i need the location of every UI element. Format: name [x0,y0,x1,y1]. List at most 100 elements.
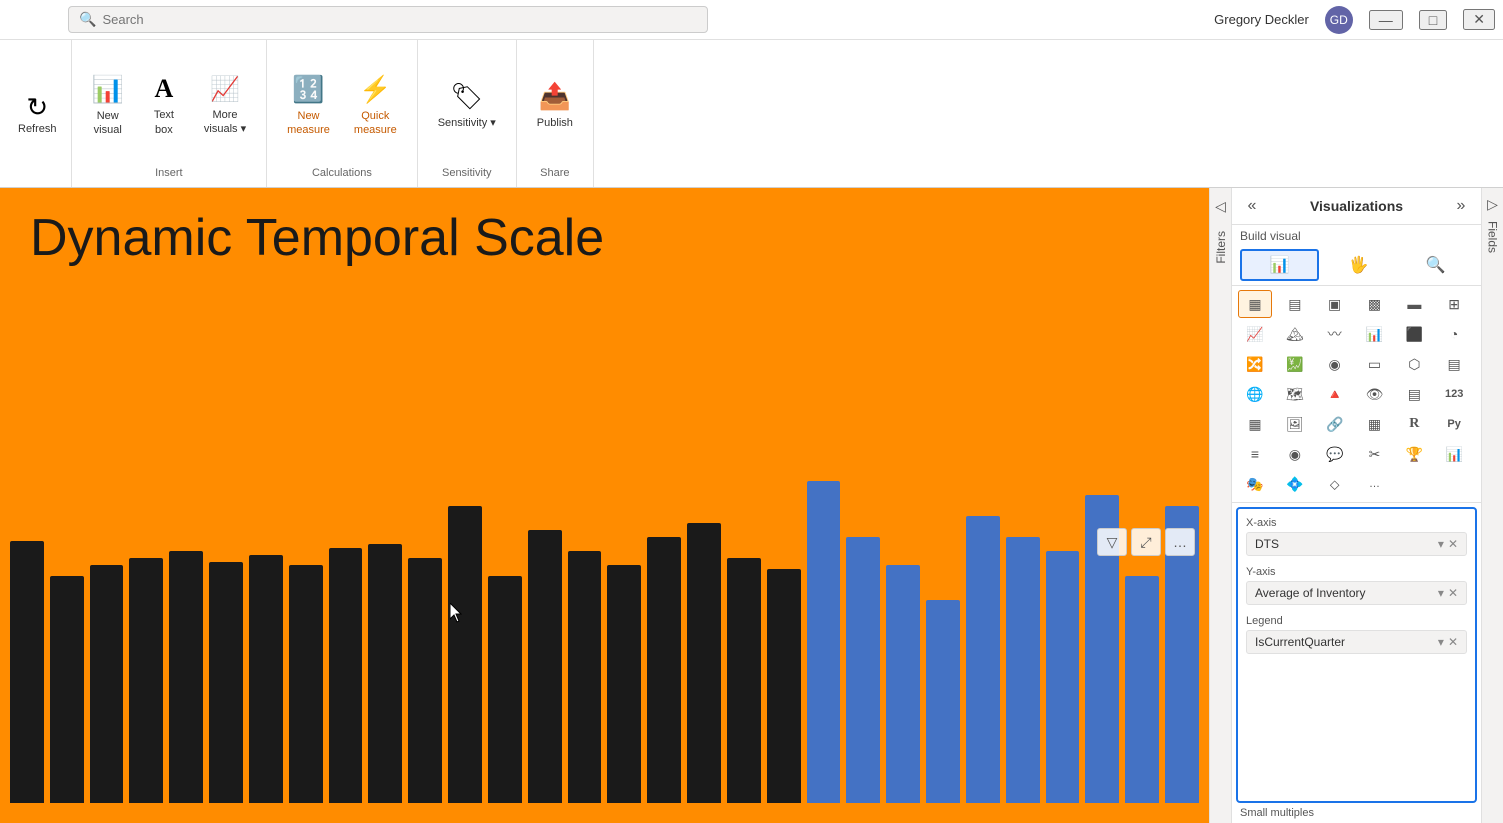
sensitivity-group-label: Sensitivity [442,163,492,179]
y-axis-dropdown-icon[interactable]: ▾ [1438,586,1444,600]
viz-icon-grid: ▦ ▤ ▣ ▩ ▬ ⊞ 📈 🏔 〰 📊 ⬛ ◔ 🔀 💹 ◉ ▭ ⬡ ▤ 🌐 🗺 … [1232,286,1481,503]
viz-icon-custom5[interactable]: 💠 [1278,470,1312,498]
publish-button[interactable]: 📤 Publish [527,75,583,136]
viz-icon-funnel[interactable]: 🔀 [1238,350,1272,378]
maximize-button[interactable]: □ [1419,10,1447,30]
viz-icon-more[interactable]: … [1357,470,1391,498]
viz-icon-custom1[interactable]: ◉ [1278,440,1312,468]
viz-icon-table2[interactable]: ▦ [1357,410,1391,438]
viz-icon-col[interactable]: ▤ [1278,290,1312,318]
build-visual-label: Build visual [1232,225,1481,245]
x-axis-dropdown-icon[interactable]: ▾ [1438,537,1444,551]
viz-icon-custom3[interactable]: ✂ [1357,440,1391,468]
viz-icon-filled-map[interactable]: 🗺 [1278,380,1312,408]
fields-collapse-icon[interactable]: ▷ [1487,196,1498,213]
x-axis-close-icon[interactable]: ✕ [1448,537,1458,551]
x-axis-value[interactable]: DTS ▾ ✕ [1246,532,1467,556]
new-measure-icon: 🔢 [292,74,324,105]
more-options-button[interactable]: … [1165,528,1195,556]
viz-tab-chart[interactable]: 📊 [1240,249,1319,281]
y-axis-label: Y-axis [1246,566,1467,578]
viz-icon-map[interactable]: 🌐 [1238,380,1272,408]
viz-icon-123[interactable]: 123 [1437,380,1471,408]
viz-icon-shape-map[interactable]: 🔺 [1318,380,1352,408]
filter-chart-button[interactable]: ▽ [1097,528,1127,556]
viz-icon-bar3[interactable]: 📊 [1437,440,1471,468]
ribbon-group-share: 📤 Publish Share [517,40,594,187]
x-axis-well: X-axis DTS ▾ ✕ [1246,517,1467,556]
viz-icon-bar2[interactable]: ▩ [1357,290,1391,318]
viz-icon-image[interactable]: 🖼 [1278,410,1312,438]
avatar: GD [1325,6,1353,34]
sensitivity-button[interactable]: 🏷 Sensitivity ▾ [428,75,506,136]
canvas-area[interactable]: Dynamic Temporal Scale ▽ ⤢ … [0,188,1209,823]
text-box-button[interactable]: A Textbox [138,68,190,143]
x-axis-label: X-axis [1246,517,1467,529]
search-box[interactable]: 🔍 [68,6,708,33]
legend-actions: ▾ ✕ [1438,635,1458,649]
minimize-button[interactable]: — [1369,10,1403,30]
viz-icon-scatter[interactable]: ⬛ [1397,320,1431,348]
viz-icon-gauge[interactable]: ◉ [1318,350,1352,378]
legend-label: Legend [1246,615,1467,627]
chart-bar [807,481,841,803]
search-input[interactable] [102,12,697,27]
viz-collapse-left-button[interactable]: « [1240,194,1264,218]
fields-panel[interactable]: ▷ Fields [1481,188,1503,823]
chart-bar [767,569,801,804]
viz-icon-waterfall[interactable]: 💹 [1278,350,1312,378]
viz-icon-decomp[interactable]: 👁 [1357,380,1391,408]
focus-mode-button[interactable]: ⤢ [1131,528,1161,556]
viz-icon-slicer[interactable]: ▤ [1437,350,1471,378]
viz-icon-trophy[interactable]: 🏆 [1397,440,1431,468]
viz-collapse-right-button[interactable]: » [1449,194,1473,218]
viz-icon-qna[interactable]: ▤ [1397,380,1431,408]
legend-close-icon[interactable]: ✕ [1448,635,1458,649]
viz-icon-custom2[interactable]: 💬 [1318,440,1352,468]
quick-measure-button[interactable]: ⚡ Quickmeasure [344,68,407,144]
viz-icon-combo[interactable]: 📊 [1357,320,1391,348]
viz-icon-table[interactable]: ▬ [1397,290,1431,318]
viz-icon-pie[interactable]: ◔ [1437,320,1471,348]
viz-icon-key[interactable]: ≡ [1238,440,1272,468]
legend-dropdown-icon[interactable]: ▾ [1438,635,1444,649]
viz-icon-smart[interactable]: ▦ [1238,410,1272,438]
chart-bar [607,565,641,803]
refresh-button[interactable]: ↻ Refresh [4,40,72,187]
small-multiples-label: Small multiples [1232,807,1481,823]
x-axis-actions: ▾ ✕ [1438,537,1458,551]
filters-panel[interactable]: ◁ Filters [1209,188,1231,823]
new-measure-button[interactable]: 🔢 Newmeasure [277,68,340,144]
viz-icon-card[interactable]: ▭ [1357,350,1391,378]
y-axis-close-icon[interactable]: ✕ [1448,586,1458,600]
filters-collapse-icon[interactable]: ◁ [1215,198,1226,215]
viz-tab-format[interactable]: 🖐 [1321,249,1396,281]
ribbon-group-sensitivity: 🏷 Sensitivity ▾ Sensitivity [418,40,517,187]
canvas-title: Dynamic Temporal Scale [0,188,1209,288]
viz-icon-line[interactable]: 📈 [1238,320,1272,348]
chart-bar [1006,537,1040,803]
legend-value[interactable]: IsCurrentQuarter ▾ ✕ [1246,630,1467,654]
viz-icon-matrix[interactable]: ⊞ [1437,290,1471,318]
x-axis-field-name: DTS [1255,537,1279,551]
new-visual-button[interactable]: 📊 Newvisual [82,68,134,144]
viz-icon-bar[interactable]: ▦ [1238,290,1272,318]
viz-tab-analytics[interactable]: 🔍 [1398,249,1473,281]
viz-icon-custom4[interactable]: 🎭 [1238,470,1272,498]
close-button[interactable]: ✕ [1463,9,1495,30]
y-axis-value[interactable]: Average of Inventory ▾ ✕ [1246,581,1467,605]
viz-icon-kpi[interactable]: ⬡ [1397,350,1431,378]
viz-icon-r[interactable]: R [1397,410,1431,438]
quick-measure-label: Quickmeasure [354,109,397,138]
viz-icon-paginated[interactable]: 🔗 [1318,410,1352,438]
search-icon: 🔍 [79,11,96,28]
viz-icon-area[interactable]: 🏔 [1278,320,1312,348]
viz-icon-py[interactable]: Py [1437,410,1471,438]
viz-icon-100[interactable]: ▣ [1318,290,1352,318]
viz-icon-custom6[interactable]: ⬦ [1318,470,1352,498]
chart-bar [687,523,721,803]
fields-label: Fields [1486,221,1500,253]
viz-icon-ribbon[interactable]: 〰 [1318,320,1352,348]
new-measure-label: Newmeasure [287,109,330,138]
more-visuals-button[interactable]: 📈 Morevisuals ▾ [194,69,256,143]
